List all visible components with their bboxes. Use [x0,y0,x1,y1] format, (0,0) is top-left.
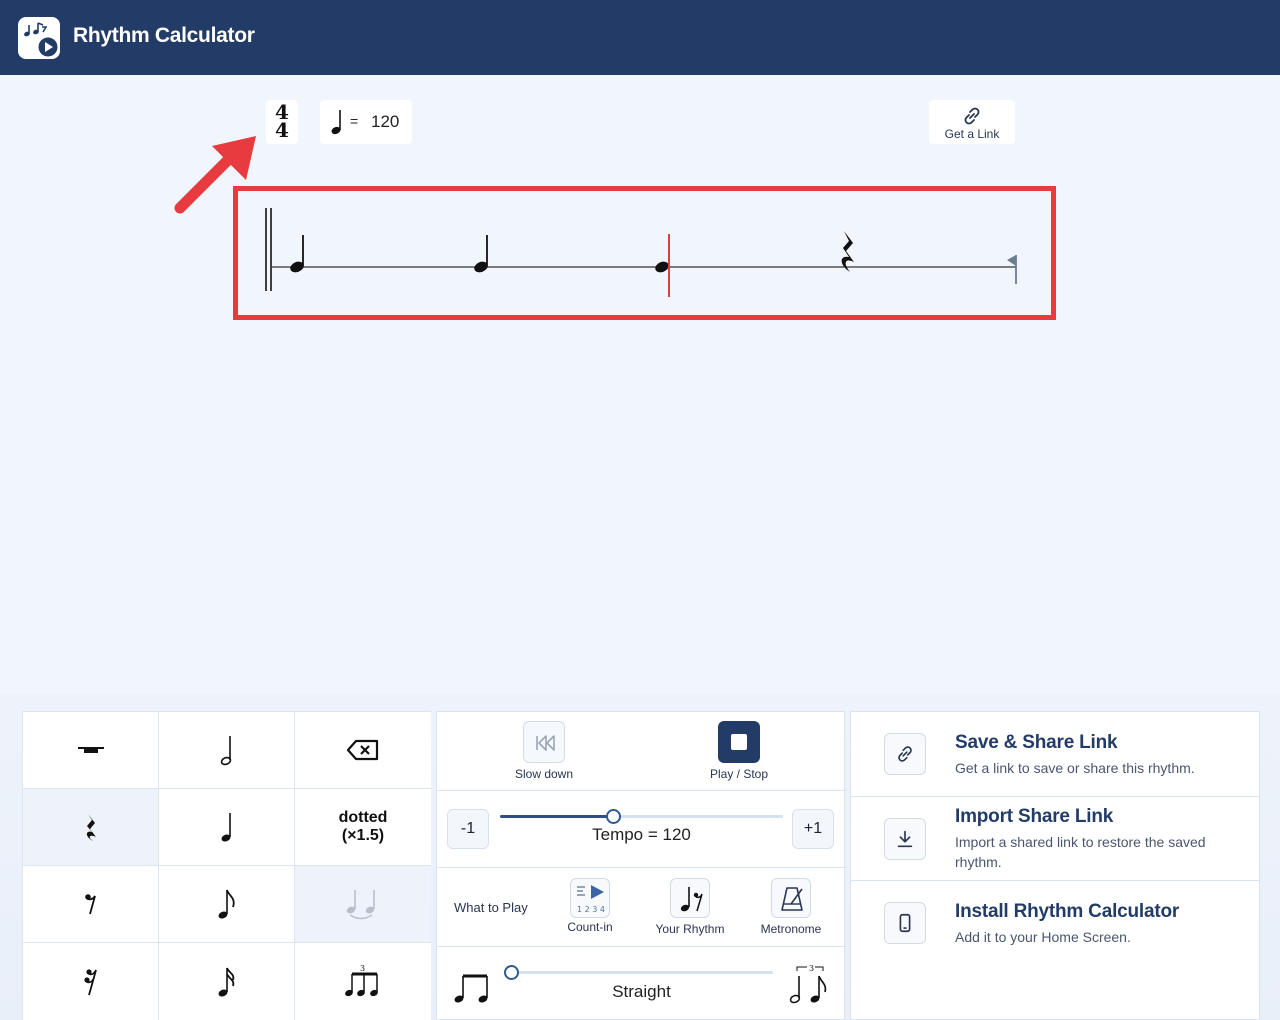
install-app-item[interactable]: Install Rhythm Calculator Add it to your… [851,881,1259,965]
sixteenth-note-icon [218,967,234,997]
import-share-desc: Import a shared link to restore the save… [955,834,1206,870]
count-in-label: Count-in [567,920,613,934]
metronome-icon [781,887,803,911]
metronome-toggle[interactable] [771,878,811,918]
end-marker [1007,255,1017,284]
import-share-link-item[interactable]: Import Share Link Import a shared link t… [851,797,1259,881]
time-signature-button[interactable]: 4 4 [266,100,298,144]
backspace-button[interactable] [295,712,431,788]
playback-controls: Slow down Play / Stop -1 Tempo = 120 +1 … [436,711,846,1020]
backspace-icon [346,739,379,761]
slow-down-button[interactable] [523,721,565,763]
link-icon [884,733,926,775]
eighth-note-button[interactable] [159,866,294,942]
tie-button[interactable] [295,866,431,942]
note-3[interactable] [654,260,671,275]
tempo-slider-fill [500,815,614,818]
quarter-rest-1[interactable] [841,231,854,272]
your-rhythm-label: Your Rhythm [655,922,725,936]
divider [437,946,846,947]
note-1[interactable] [289,235,306,274]
your-rhythm-icon [680,887,703,912]
save-share-link-item[interactable]: Save & Share Link Get a link to save or … [851,712,1259,796]
download-icon [884,818,926,860]
note-palette: dotted (×1.5) 3 [22,711,431,1020]
stop-icon [731,734,747,750]
what-to-play-label: What to Play [454,900,528,915]
whole-rest-button[interactable] [23,712,158,788]
divider [437,867,846,868]
quarter-rest-button[interactable] [23,789,158,865]
your-rhythm-toggle[interactable] [670,878,710,918]
tempo-marking-button[interactable]: = 120 [320,100,412,144]
count-in-toggle[interactable]: 1 2 3 4 [570,878,610,918]
quarter-note-icon [331,110,341,135]
dotted-label: dotted [338,809,388,826]
get-link-label: Get a Link [944,127,1000,141]
play-stop-button[interactable] [718,721,760,763]
quarter-rest-icon [86,814,96,841]
tempo-slider-knob[interactable] [606,809,622,824]
divider [437,790,846,791]
count-in-numbers: 1 2 3 4 [577,905,605,914]
sixteenth-rest-button[interactable] [23,943,158,1020]
tempo-equals: = [350,113,359,129]
eighth-rest-icon [84,894,96,915]
import-share-title: Import Share Link [955,806,1114,827]
install-app-desc: Add it to your Home Screen. [955,929,1131,945]
time-signature-bottom: 4 [275,118,289,142]
share-panel: Save & Share Link Get a link to save or … [850,711,1260,1020]
slow-down-label: Slow down [514,767,574,781]
sixteenth-note-button[interactable] [159,943,294,1020]
rhythm-staff[interactable] [260,200,1030,310]
swing-slider-knob[interactable] [504,965,519,980]
count-in-icon: 1 2 3 4 [577,885,605,914]
dotted-multiplier: (×1.5) [341,827,385,844]
eighth-rest-button[interactable] [23,866,158,942]
app-title: Rhythm Calculator [73,24,255,47]
install-app-title: Install Rhythm Calculator [955,901,1180,922]
tempo-slider[interactable] [500,809,783,824]
get-link-button[interactable]: Get a Link [929,100,1015,144]
tempo-bpm: 120 [371,112,400,131]
tie-icon [346,890,375,920]
app-header: Rhythm Calculator [0,0,1280,75]
quarter-note-icon [221,813,231,842]
swing-triplet-icon: 3 [789,964,827,1004]
tempo-value-label: Tempo = 120 [592,825,691,844]
save-share-desc: Get a link to save or share this rhythm. [955,760,1195,776]
triplet-button[interactable]: 3 [295,943,431,1020]
play-stop-label: Play / Stop [709,767,769,781]
swing-triplet-number: 3 [809,964,814,973]
quarter-note-button[interactable] [159,789,294,865]
tempo-plus-button[interactable]: +1 [792,809,834,849]
half-note-icon [220,736,231,766]
app-logo-icon [18,17,60,59]
dotted-toggle-button[interactable]: dotted (×1.5) [295,789,431,865]
half-note-button[interactable] [159,712,294,788]
metronome-label: Metronome [760,922,822,936]
save-share-title: Save & Share Link [955,732,1118,753]
sixteenth-rest-icon [83,969,97,996]
triplet-number: 3 [360,964,365,973]
eighth-note-icon [218,889,235,919]
note-2[interactable] [473,235,490,274]
swing-slider[interactable] [504,965,773,980]
link-icon [964,107,980,125]
rewind-icon [536,735,555,751]
whole-rest-icon [77,747,104,753]
triplet-icon: 3 [345,964,378,997]
phone-icon [884,902,926,944]
